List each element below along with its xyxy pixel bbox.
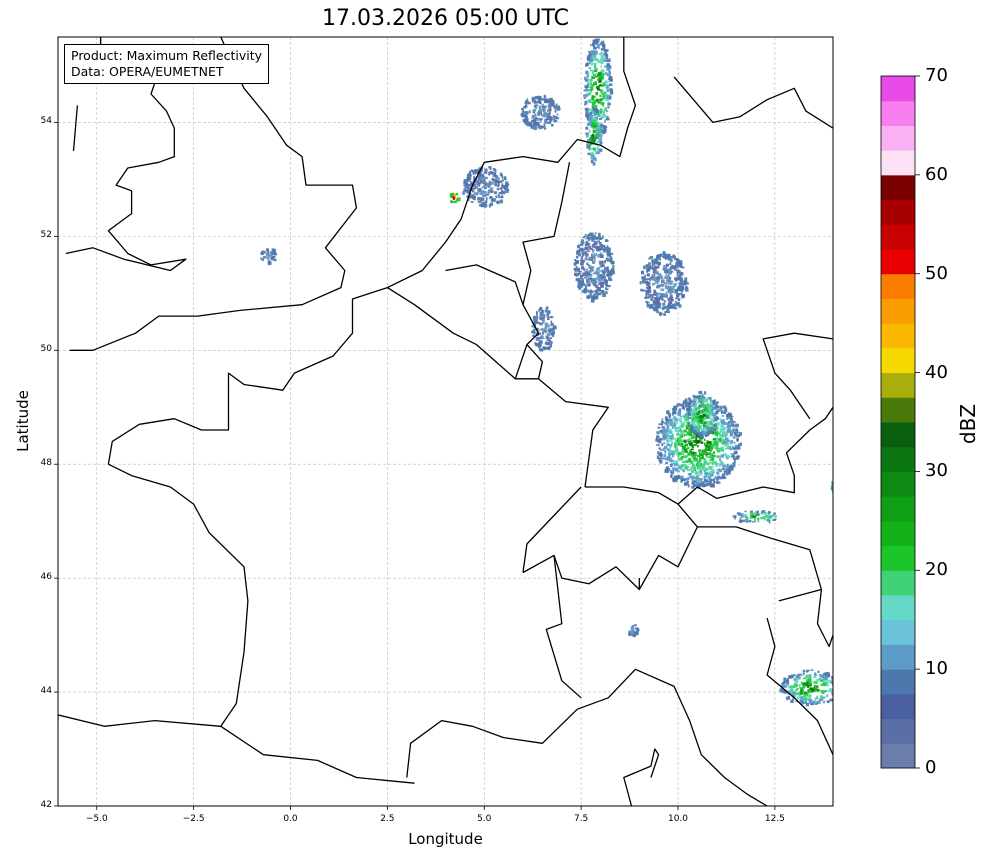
x-tick-label: 5.0 [477, 814, 492, 824]
colorbar-segment [881, 496, 915, 522]
colorbar-segment [881, 471, 915, 497]
colorbar-tick-label: 10 [925, 658, 948, 680]
colorbar-tick-label: 70 [925, 65, 948, 86]
x-axis-label: Longitude [408, 830, 483, 848]
colorbar-segment [881, 150, 915, 176]
y-tick-label: 46 [40, 572, 52, 583]
colorbar-segment [881, 693, 915, 720]
colorbar-segment [881, 76, 915, 102]
colorbar-segment [881, 422, 915, 448]
colorbar-segment [881, 669, 915, 695]
x-tick-label: 10.0 [667, 814, 689, 824]
colorbar-segment [881, 446, 915, 472]
x-ticks [96, 806, 776, 810]
colorbar-segment [881, 323, 915, 349]
colorbar-segment [881, 595, 915, 621]
x-tick-label: −2.5 [182, 814, 205, 824]
colorbar-segment [881, 545, 915, 571]
colorbar-segment [881, 743, 915, 769]
colorbar-segment [881, 372, 915, 398]
colorbar-segment [881, 174, 915, 201]
info-product: Product: Maximum Reflectivity [71, 48, 263, 63]
colorbar-segment [881, 298, 915, 324]
colorbar-segment [881, 397, 915, 423]
colorbar-segment [881, 100, 915, 126]
colorbar-tick-label: 20 [925, 559, 948, 581]
colorbar-segment [881, 224, 915, 250]
info-data-source: Data: OPERA/EUMETNET [71, 64, 224, 79]
colorbar-tick-label: 40 [925, 361, 948, 383]
y-tick-label: 52 [40, 230, 52, 241]
colorbar-tick-label: 50 [925, 262, 948, 284]
colorbar-label: dBZ [956, 403, 981, 445]
colorbar-segment [881, 199, 915, 225]
colorbar-segment [881, 125, 915, 151]
colorbar-tick-label: 0 [925, 757, 937, 778]
colorbar-segment [881, 249, 915, 275]
y-axis-label: Latitude [14, 390, 32, 452]
info-box: Product: Maximum Reflectivity Data: OPER… [64, 44, 270, 84]
y-tick-label: 48 [40, 458, 52, 469]
colorbar-segment [881, 273, 915, 299]
y-ticks [54, 122, 58, 807]
country-border [832, 292, 833, 294]
colorbar-tick-label: 60 [925, 163, 948, 185]
y-tick-label: 44 [40, 686, 52, 697]
x-tick-label: −5.0 [85, 814, 108, 824]
colorbar-segment [881, 718, 915, 744]
colorbar-segment [881, 619, 915, 645]
x-tick-label: 12.5 [764, 814, 785, 824]
colorbar-segment [881, 347, 915, 374]
colorbar-segment [881, 520, 915, 547]
colorbar [880, 75, 920, 769]
colorbar-tick-label: 30 [925, 460, 948, 482]
y-tick-label: 50 [40, 344, 52, 355]
colorbar-segment [881, 570, 915, 596]
x-tick-label: 2.5 [380, 814, 395, 824]
radar-map[interactable] [0, 0, 985, 860]
y-tick-label: 42 [40, 800, 52, 810]
y-tick-label: 54 [40, 116, 52, 127]
x-tick-label: 0.0 [283, 814, 298, 824]
colorbar-segment [881, 644, 915, 670]
x-tick-label: 7.5 [573, 814, 589, 824]
